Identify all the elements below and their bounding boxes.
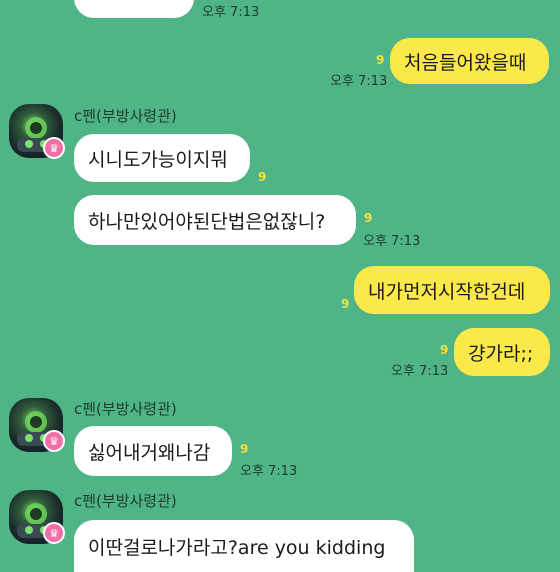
unread-count: 9 (258, 170, 267, 184)
their-message-bubble[interactable]: 하나만있어야된단법은없잖니? (74, 195, 356, 245)
sender-name: c펜(부방사령관) (74, 107, 177, 125)
my-message-bubble[interactable]: 걍가라;; (454, 328, 550, 376)
message-text: 이딴걸로나가라고?are you kidding (88, 536, 386, 559)
crown-icon: ♛ (43, 430, 65, 452)
my-message-bubble[interactable]: 내가먼저시작한건데 (354, 266, 550, 314)
message-text: 싫어내거왜나감 (88, 441, 211, 464)
crown-icon: ♛ (43, 522, 65, 544)
crown-icon: ♛ (43, 137, 65, 159)
message-text: 걍가라;; (468, 342, 534, 365)
sender-name: c펜(부방사령관) (74, 400, 177, 418)
message-time: 오후 7:13 (330, 74, 388, 89)
unread-count: 9 (440, 343, 449, 357)
message-time: 오후 7:13 (391, 364, 449, 379)
message-time: 오후 7:13 (202, 5, 260, 20)
message-time: 오후 7:13 (240, 464, 298, 479)
message-time: 오후 7:13 (363, 234, 421, 249)
unread-count: 9 (364, 211, 373, 225)
unread-count: 9 (376, 53, 385, 67)
their-message-bubble[interactable]: 이딴걸로나가라고?are you kidding (74, 520, 414, 572)
message-bubble-partial[interactable] (74, 0, 194, 18)
their-message-bubble[interactable]: 싫어내거왜나감 (74, 426, 232, 476)
their-message-bubble[interactable]: 시니도가능이지뭐 (74, 134, 250, 182)
unread-count: 9 (240, 442, 249, 456)
message-text: 하나만있어야된단법은없잖니? (88, 210, 326, 233)
my-message-bubble[interactable]: 처음들어왔을때 (390, 38, 549, 84)
message-text: 처음들어왔을때 (404, 51, 527, 74)
message-text: 시니도가능이지뭐 (88, 148, 228, 171)
unread-count: 9 (341, 297, 350, 311)
message-text: 내가먼저시작한건데 (368, 280, 526, 303)
sender-name: c펜(부방사령관) (74, 492, 177, 510)
